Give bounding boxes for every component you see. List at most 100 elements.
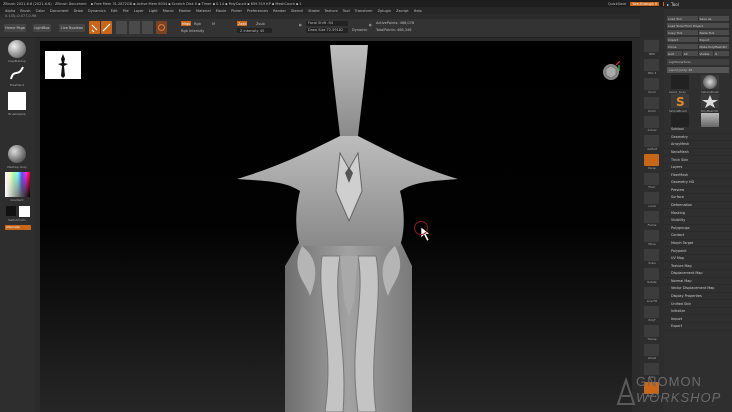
canvas-viewport[interactable] (40, 41, 632, 412)
menu-item-tool[interactable]: Tool (343, 9, 350, 13)
draw-button[interactable] (101, 21, 112, 34)
menu-item-stroke[interactable]: Stroke (308, 9, 319, 13)
menu-item-preferences[interactable]: Preferences (247, 9, 268, 13)
all-button[interactable]: All (682, 51, 698, 56)
shelf-button-local[interactable] (644, 192, 659, 204)
alpha-thumbnail[interactable] (8, 92, 26, 110)
menu-item-brush[interactable]: Brush (20, 9, 30, 13)
see-through-slider[interactable]: See-through 0 (630, 1, 660, 6)
menu-item-layer[interactable]: Layer (134, 9, 144, 13)
tool-thumb-sphere[interactable] (701, 75, 719, 89)
shelf-button-line-fill[interactable] (644, 287, 659, 299)
menu-item-alpha[interactable]: Alpha (5, 9, 15, 13)
tool-thumb-simplebrush[interactable]: S (671, 94, 689, 109)
menu-item-zscript[interactable]: Zscript (396, 9, 408, 13)
subpalette-visibility[interactable]: Visibility (664, 217, 732, 225)
alternate-button[interactable]: Alternate (5, 225, 31, 230)
switch-color-label[interactable]: SwitchColor (2, 218, 32, 222)
menu-item-material[interactable]: Material (196, 9, 211, 13)
shelf-button-move[interactable] (644, 230, 659, 242)
subpalette-layers[interactable]: Layers (664, 164, 732, 172)
menu-item-document[interactable]: Document (50, 9, 69, 13)
goz-button[interactable]: GoZ (667, 51, 682, 56)
copy-tool-button[interactable]: Copy Tool (667, 30, 698, 35)
shelf-button-transp[interactable] (644, 325, 659, 337)
menu-item-marker[interactable]: Marker (179, 9, 191, 13)
load-tool-button[interactable]: Load Tool (667, 16, 698, 21)
paste-tool-button[interactable]: Paste Tool (698, 30, 729, 35)
menu-item-picker[interactable]: Picker (231, 9, 242, 13)
scale-button[interactable] (129, 21, 140, 34)
subpalette-vector-displacement-map[interactable]: Vector Displacement Map (664, 285, 732, 293)
menu-item-draw[interactable]: Draw (74, 9, 83, 13)
lightbox-tools-button[interactable]: Lightbox▸Tools (667, 59, 729, 65)
make-polymesh3d-button[interactable]: Make PolyMesh3D (698, 44, 729, 49)
r-button[interactable]: R (714, 51, 729, 56)
m-toggle[interactable]: M (212, 22, 215, 26)
subpalette-preview[interactable]: Preview (664, 187, 732, 195)
tool-thumb-polymesh3d[interactable] (701, 94, 719, 108)
material-thumbnail[interactable] (8, 145, 26, 163)
subpalette-thick-skin[interactable]: Thick Skin (664, 156, 732, 164)
menu-item-file[interactable]: File (123, 9, 129, 13)
shelf-button-rotate[interactable] (644, 268, 659, 280)
subpalette-surface[interactable]: Surface (664, 194, 732, 202)
sculpt-mode-button[interactable] (156, 21, 167, 34)
subpalette-deformation[interactable]: Deformation (664, 202, 732, 210)
menu-item-help[interactable]: Help (414, 9, 422, 13)
subpalette-fibermesh[interactable]: FiberMesh (664, 171, 732, 180)
tool-thumb-sword[interactable] (671, 75, 689, 89)
menu-item-color[interactable]: Color (36, 9, 45, 13)
subpalette-arraymesh[interactable]: ArrayMesh (664, 141, 732, 149)
subpalette-polygroups[interactable]: Polygroups (664, 225, 732, 233)
shelf-button-bpr[interactable] (644, 40, 659, 52)
subpalette-import[interactable]: Import (664, 315, 732, 324)
menu-item-edit[interactable]: Edit (111, 9, 118, 13)
menu-item-light[interactable]: Light (149, 9, 158, 13)
move-button[interactable] (116, 21, 127, 34)
navigation-cube-icon[interactable] (600, 61, 622, 83)
menu-item-transform[interactable]: Transform (355, 9, 373, 13)
shelf-button-frame[interactable] (644, 211, 659, 223)
shelf-button-scale[interactable] (644, 249, 659, 261)
menu-item-movie[interactable]: Movie (216, 9, 227, 13)
menu-item-zplugin[interactable]: Zplugin (378, 9, 392, 13)
menu-item-macro[interactable]: Macro (163, 9, 174, 13)
live-boolean-button[interactable]: Live Boolean (59, 24, 85, 32)
primary-color-swatch[interactable] (6, 206, 16, 216)
zsub-toggle[interactable]: Zsub (256, 22, 265, 26)
subpalette-morph-target[interactable]: Morph Target (664, 240, 732, 248)
rotate-button[interactable] (142, 21, 153, 34)
quicksave-button[interactable]: QuickSave (608, 2, 627, 6)
tool-palette-header[interactable]: ▸ Tool (664, 0, 732, 9)
brush-thumbnail[interactable] (8, 40, 26, 58)
clone-button[interactable]: Clone (667, 44, 698, 49)
menu-item-render[interactable]: Render (273, 9, 286, 13)
tool-thumb-cylinder[interactable] (701, 113, 719, 127)
mrgb-toggle[interactable]: Mrgb (181, 21, 192, 26)
subpalette-export[interactable]: Export (664, 323, 732, 331)
shelf-button-spix-3[interactable] (644, 59, 659, 71)
home-page-button[interactable]: Home Page (4, 24, 26, 32)
zadd-toggle[interactable]: Zadd (237, 21, 248, 26)
edit-button[interactable] (89, 21, 100, 34)
subpalette-nanomesh[interactable]: NanoMesh (664, 149, 732, 157)
import-button[interactable]: Import (667, 37, 698, 42)
current-tool-slider[interactable]: sword_body. 48 (667, 67, 729, 73)
subpalette-texture-map[interactable]: Texture Map (664, 262, 732, 270)
menu-item-stencil[interactable]: Stencil (291, 9, 303, 13)
subpalette-displacement-map[interactable]: Displacement Map (664, 270, 732, 278)
color-picker[interactable] (5, 172, 30, 197)
sword-model[interactable] (40, 41, 632, 412)
shelf-button-scroll[interactable] (644, 78, 659, 90)
load-tools-from-project-button[interactable]: Load Tools From Project (667, 23, 729, 28)
shelf-button-actual[interactable] (644, 116, 659, 128)
subpalette-subtool[interactable]: Subtool (664, 126, 732, 134)
subpalette-geometry[interactable]: Geometry (664, 134, 732, 142)
shelf-button-aahalf[interactable] (644, 135, 659, 147)
tool-thumb-sword-2[interactable] (671, 113, 689, 127)
export-button[interactable]: Export (698, 37, 729, 42)
visible-button[interactable]: Visible (698, 51, 714, 56)
subpalette-masking[interactable]: Masking (664, 209, 732, 217)
subpalette-display-properties[interactable]: Display Properties (664, 293, 732, 301)
